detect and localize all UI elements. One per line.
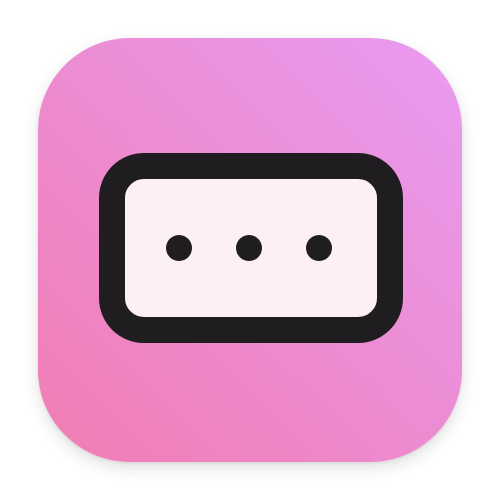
masked-dot — [166, 235, 192, 261]
app-icon[interactable] — [38, 38, 462, 462]
masked-dot — [236, 235, 262, 261]
masked-dot — [306, 235, 332, 261]
canvas — [0, 0, 500, 500]
password-field-icon — [38, 38, 462, 462]
